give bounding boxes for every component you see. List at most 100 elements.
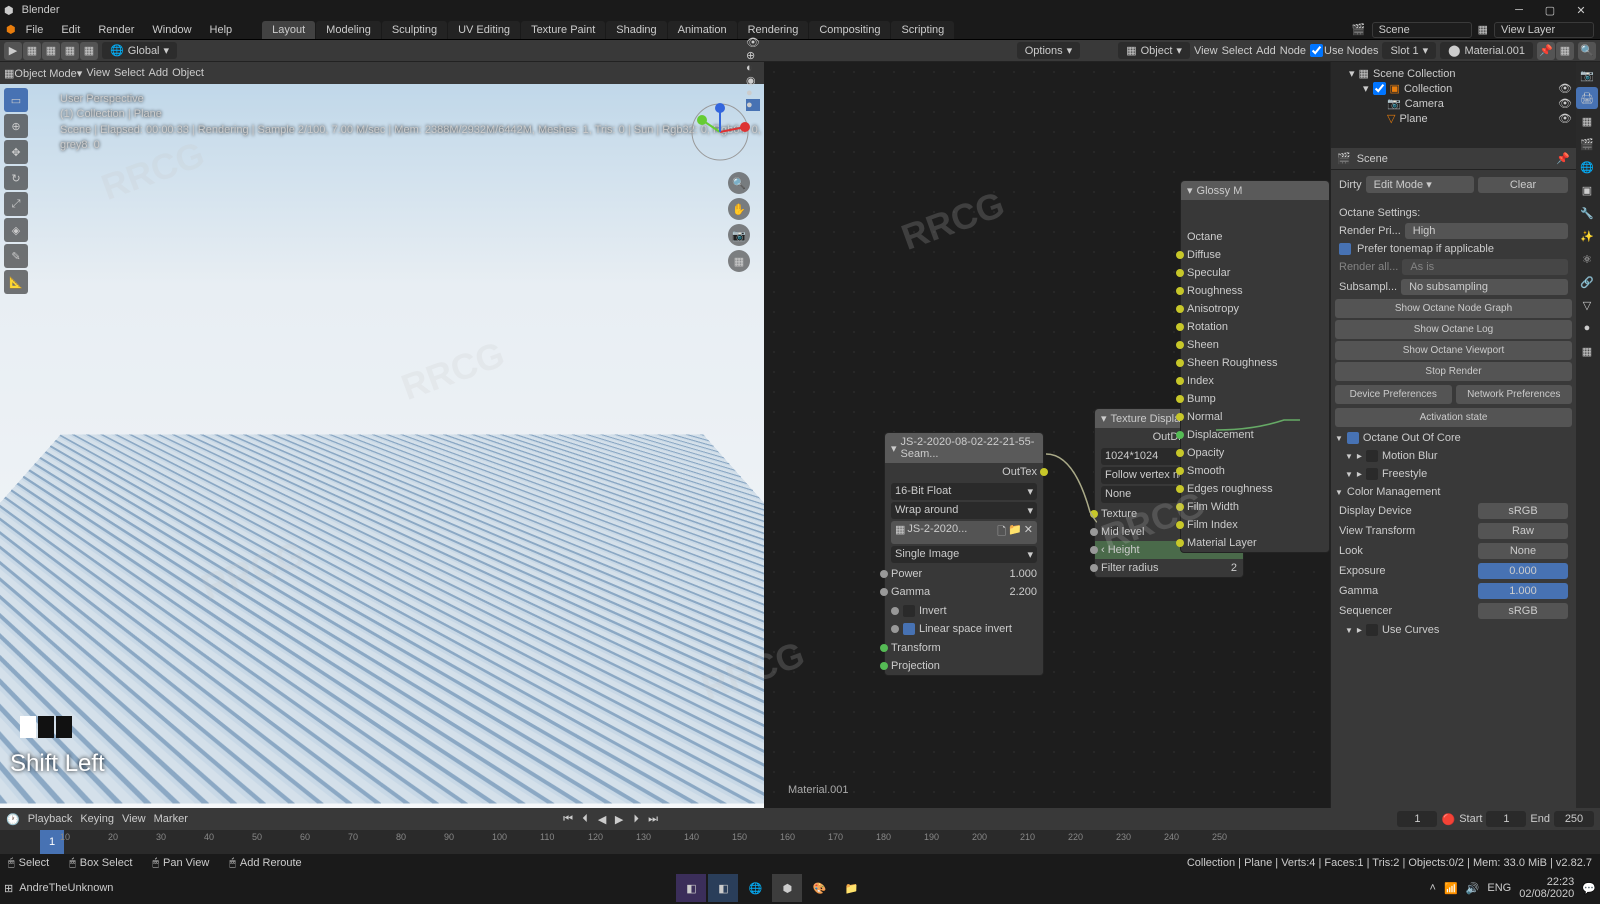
ne-view[interactable]: View bbox=[1194, 45, 1218, 57]
shading1-icon[interactable]: ◐ bbox=[746, 62, 760, 74]
vp-object[interactable]: Object bbox=[172, 67, 204, 79]
tl-editor-icon[interactable]: 🕐 bbox=[6, 813, 20, 826]
tex-bit-dropdown[interactable]: 16-Bit Float▾ bbox=[891, 483, 1037, 500]
camera-icon[interactable]: 📷 bbox=[728, 224, 750, 246]
nav-gizmo[interactable] bbox=[690, 102, 750, 162]
tab-sculpting[interactable]: Sculpting bbox=[382, 21, 447, 39]
menu-help[interactable]: Help bbox=[202, 22, 241, 38]
tab-animation[interactable]: Animation bbox=[668, 21, 737, 39]
task-blender[interactable]: ⬢ bbox=[772, 874, 802, 902]
ptab-material[interactable]: ● bbox=[1576, 317, 1598, 339]
exposure-field[interactable]: 0.000 bbox=[1478, 563, 1568, 579]
activation-button[interactable]: Activation state bbox=[1335, 408, 1572, 427]
backdrop-icon[interactable]: ▦ bbox=[1556, 42, 1574, 60]
vp-add[interactable]: Add bbox=[149, 67, 169, 79]
tool-measure[interactable]: 📐 bbox=[4, 270, 28, 294]
gizmo-icon[interactable]: ⊕ bbox=[746, 49, 760, 62]
ptab-particles[interactable]: ✨ bbox=[1576, 225, 1598, 247]
timeline-ruler[interactable]: 1 10203040506070809010011012013014015016… bbox=[0, 830, 1600, 854]
tray-volume-icon[interactable]: 🔊 bbox=[1466, 882, 1480, 895]
tex-single-dropdown[interactable]: Single Image▾ bbox=[891, 546, 1037, 563]
orientation-dropdown[interactable]: 🌐Global▾ bbox=[102, 42, 177, 59]
editmode-dropdown[interactable]: Edit Mode ▾ bbox=[1366, 176, 1474, 193]
scene-field[interactable]: Scene bbox=[1372, 22, 1472, 38]
autokey-icon[interactable]: 🔴 bbox=[1441, 813, 1455, 826]
tab-texturepaint[interactable]: Texture Paint bbox=[521, 21, 605, 39]
tex-file-field[interactable]: ▦JS-2-2020...🗋📁✕ bbox=[891, 521, 1037, 544]
device-prefs-button[interactable]: Device Preferences bbox=[1335, 385, 1452, 404]
viewlayer-field[interactable]: View Layer bbox=[1494, 22, 1594, 38]
clock-time[interactable]: 22:23 bbox=[1519, 876, 1574, 888]
ptab-render[interactable]: 📷 bbox=[1576, 64, 1598, 86]
ptab-scene[interactable]: 🎬 bbox=[1576, 133, 1598, 155]
window-minimize[interactable]: ─ bbox=[1504, 0, 1534, 20]
node-glossy[interactable]: ▾Glossy M Octane Diffuse Specular Roughn… bbox=[1180, 180, 1330, 553]
tab-layout[interactable]: Layout bbox=[262, 21, 315, 39]
node-glossy-header[interactable]: ▾Glossy M bbox=[1181, 181, 1329, 200]
snap3-icon[interactable]: ▦ bbox=[61, 42, 79, 60]
tl-marker[interactable]: Marker bbox=[154, 813, 188, 825]
menu-window[interactable]: Window bbox=[144, 22, 199, 38]
slot-dropdown[interactable]: Slot 1▾ bbox=[1382, 42, 1436, 59]
object-dropdown[interactable]: ▦Object▾ bbox=[1118, 42, 1190, 59]
persp-icon[interactable]: ▦ bbox=[728, 250, 750, 272]
zoom-icon[interactable]: 🔍 bbox=[728, 172, 750, 194]
gamma-field[interactable]: 1.000 bbox=[1478, 583, 1568, 599]
vp-select[interactable]: Select bbox=[114, 67, 145, 79]
sequencer-dropdown[interactable]: sRGB bbox=[1478, 603, 1568, 619]
shading4-icon[interactable]: ● bbox=[746, 99, 760, 111]
task-app2[interactable]: ◧ bbox=[708, 874, 738, 902]
ptab-output[interactable]: 🖨 bbox=[1576, 87, 1598, 109]
window-close[interactable]: ✕ bbox=[1566, 0, 1596, 20]
tool-move[interactable]: ✥ bbox=[4, 140, 28, 164]
ptab-constraint[interactable]: 🔗 bbox=[1576, 271, 1598, 293]
options-dropdown[interactable]: Options▾ bbox=[1017, 42, 1080, 59]
ne-add[interactable]: Add bbox=[1256, 45, 1276, 57]
overlay-icon[interactable]: 👁 bbox=[746, 36, 760, 49]
menu-edit[interactable]: Edit bbox=[53, 22, 88, 38]
ptab-data[interactable]: ▽ bbox=[1576, 294, 1598, 316]
cursor-mode-icon[interactable]: ▶ bbox=[4, 42, 22, 60]
blender-icon[interactable]: ⬢ bbox=[6, 23, 16, 36]
task-chrome[interactable]: 🌐 bbox=[740, 874, 770, 902]
ptab-modifier[interactable]: 🔧 bbox=[1576, 202, 1598, 224]
task-app1[interactable]: ◧ bbox=[676, 874, 706, 902]
tl-keying[interactable]: Keying bbox=[80, 813, 114, 825]
menu-render[interactable]: Render bbox=[90, 22, 142, 38]
tab-scripting[interactable]: Scripting bbox=[891, 21, 954, 39]
tool-annotate[interactable]: ✎ bbox=[4, 244, 28, 268]
display-device-dropdown[interactable]: sRGB bbox=[1478, 503, 1568, 519]
shading2-icon[interactable]: ◉ bbox=[746, 74, 760, 87]
jump-start-icon[interactable]: ⏮ bbox=[560, 811, 576, 827]
stop-render-button[interactable]: Stop Render bbox=[1335, 362, 1572, 381]
ptab-world[interactable]: 🌐 bbox=[1576, 156, 1598, 178]
tool-scale[interactable]: ⤢ bbox=[4, 192, 28, 216]
keyframe-prev-icon[interactable]: ⏴ bbox=[577, 811, 593, 827]
node-tex-header[interactable]: ▾JS-2-2020-08-02-22-21-55-Seam... bbox=[885, 433, 1043, 463]
tray-lang[interactable]: ENG bbox=[1487, 882, 1511, 894]
play-icon[interactable]: ▶ bbox=[611, 811, 627, 827]
tool-rotate[interactable]: ↻ bbox=[4, 166, 28, 190]
shading3-icon[interactable]: ● bbox=[746, 87, 760, 99]
view-transform-dropdown[interactable]: Raw bbox=[1478, 523, 1568, 539]
mode-dropdown[interactable]: ▦Object Mode▾ bbox=[4, 67, 82, 80]
node-texture[interactable]: ▾JS-2-2020-08-02-22-21-55-Seam... OutTex… bbox=[884, 432, 1044, 676]
snap-icon[interactable]: ▦ bbox=[23, 42, 41, 60]
tex-wrap-dropdown[interactable]: Wrap around▾ bbox=[891, 502, 1037, 519]
tl-playback[interactable]: Playback bbox=[28, 813, 73, 825]
pin-icon[interactable]: 📌 bbox=[1537, 42, 1555, 60]
start-frame-field[interactable]: 1 bbox=[1486, 811, 1526, 827]
menu-file[interactable]: File bbox=[18, 22, 52, 38]
tray-wifi-icon[interactable]: 📶 bbox=[1444, 882, 1458, 895]
windows-start-icon[interactable]: ⊞ bbox=[4, 882, 13, 895]
ptab-texture[interactable]: ▦ bbox=[1576, 340, 1598, 362]
tray-notif-icon[interactable]: 💬 bbox=[1582, 882, 1596, 895]
task-app5[interactable]: 🎨 bbox=[804, 874, 834, 902]
hand-icon[interactable]: ✋ bbox=[728, 198, 750, 220]
show-log-button[interactable]: Show Octane Log bbox=[1335, 320, 1572, 339]
ne-node[interactable]: Node bbox=[1280, 45, 1306, 57]
ptab-object[interactable]: ▣ bbox=[1576, 179, 1598, 201]
ptab-view[interactable]: ▦ bbox=[1576, 110, 1598, 132]
ne-select[interactable]: Select bbox=[1222, 45, 1253, 57]
keyframe-next-icon[interactable]: ⏵ bbox=[628, 811, 644, 827]
